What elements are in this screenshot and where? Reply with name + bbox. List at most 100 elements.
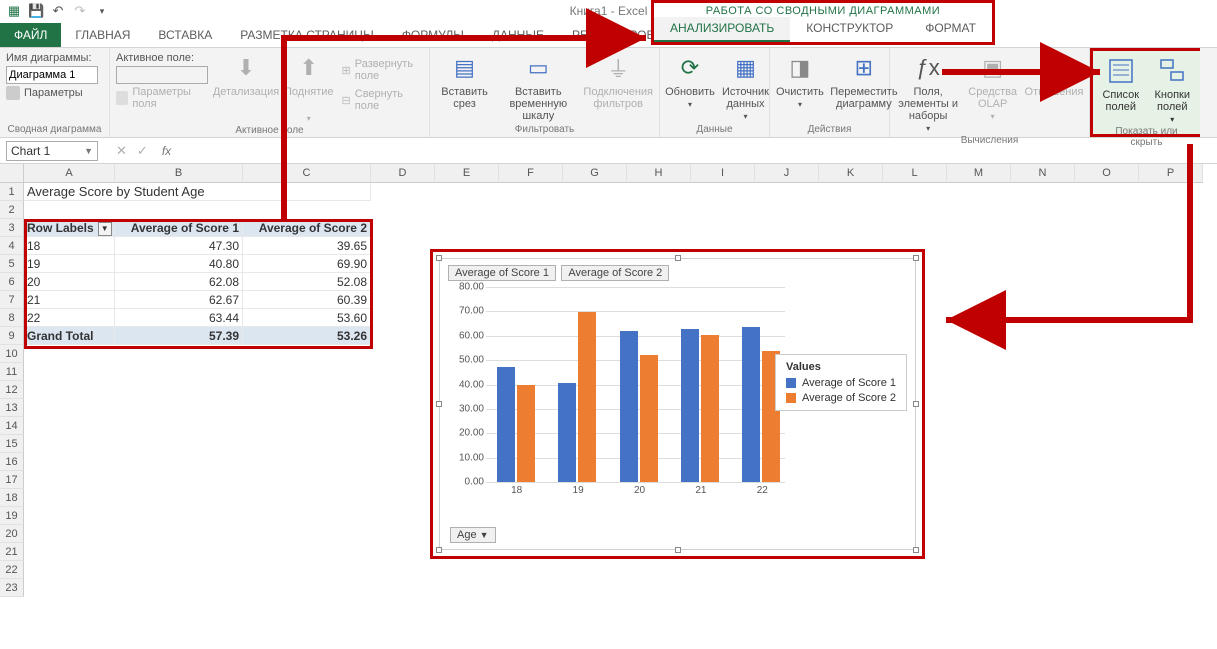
row-header[interactable]: 5 bbox=[0, 255, 24, 273]
chart-handle[interactable] bbox=[913, 547, 919, 553]
tab-format[interactable]: ФОРМАТ bbox=[909, 17, 992, 42]
column-header[interactable]: M bbox=[947, 164, 1011, 183]
column-header[interactable]: E bbox=[435, 164, 499, 183]
column-header[interactable]: I bbox=[691, 164, 755, 183]
chart-bar[interactable] bbox=[681, 329, 699, 482]
row-header[interactable]: 9 bbox=[0, 327, 24, 345]
datasource-icon: ▦ bbox=[729, 52, 761, 84]
chart-name-input[interactable] bbox=[6, 66, 98, 84]
row-header[interactable]: 2 bbox=[0, 201, 24, 219]
row-header[interactable]: 13 bbox=[0, 399, 24, 417]
column-header[interactable]: B bbox=[115, 164, 243, 183]
row-header[interactable]: 3 bbox=[0, 219, 24, 237]
olap-icon: ▣ bbox=[977, 52, 1009, 84]
row-header[interactable]: 10 bbox=[0, 345, 24, 363]
tab-file[interactable]: ФАЙЛ bbox=[0, 23, 61, 47]
row-header[interactable]: 12 bbox=[0, 381, 24, 399]
fx-icon[interactable]: fx bbox=[162, 144, 171, 158]
excel-icon: ▦ bbox=[6, 3, 22, 19]
tab-data[interactable]: ДАННЫЕ bbox=[478, 24, 558, 47]
tab-pagelayout[interactable]: РАЗМЕТКА СТРАНИЦЫ bbox=[226, 24, 388, 47]
field-list-button[interactable]: Список полей bbox=[1099, 55, 1143, 113]
row-header[interactable]: 17 bbox=[0, 471, 24, 489]
tab-formulas[interactable]: ФОРМУЛЫ bbox=[388, 24, 478, 47]
chart-value-field-button-1[interactable]: Average of Score 1 bbox=[448, 265, 556, 281]
row-header[interactable]: 19 bbox=[0, 507, 24, 525]
row-header[interactable]: 15 bbox=[0, 435, 24, 453]
field-buttons-button[interactable]: Кнопки полей▾ bbox=[1151, 55, 1195, 124]
chart-bar[interactable] bbox=[578, 312, 596, 482]
insert-timeline-button[interactable]: ▭Вставить временную шкалу bbox=[501, 52, 575, 122]
chart-handle[interactable] bbox=[913, 401, 919, 407]
funnel-icon: ⏚ bbox=[602, 52, 634, 84]
column-header[interactable]: G bbox=[563, 164, 627, 183]
chart-value-field-button-2[interactable]: Average of Score 2 bbox=[561, 265, 669, 281]
tab-analyze[interactable]: АНАЛИЗИРОВАТЬ bbox=[654, 17, 790, 42]
chart-ytick: 30.00 bbox=[440, 403, 484, 414]
undo-icon[interactable]: ↶ bbox=[50, 3, 66, 19]
column-header[interactable]: O bbox=[1075, 164, 1139, 183]
column-header[interactable]: F bbox=[499, 164, 563, 183]
column-header[interactable]: N bbox=[1011, 164, 1075, 183]
chart-bar[interactable] bbox=[558, 383, 576, 482]
clear-button[interactable]: ◨Очистить▾ bbox=[776, 52, 824, 109]
chart-axis-field-button[interactable]: Age ▼ bbox=[450, 527, 496, 543]
column-header[interactable]: J bbox=[755, 164, 819, 183]
column-header[interactable]: H bbox=[627, 164, 691, 183]
column-header[interactable]: K bbox=[819, 164, 883, 183]
chart-legend[interactable]: Values Average of Score 1 Average of Sco… bbox=[775, 354, 907, 411]
column-header[interactable]: D bbox=[371, 164, 435, 183]
redo-icon[interactable]: ↷ bbox=[72, 3, 88, 19]
pivotchart[interactable]: Average of Score 1 Average of Score 2 0.… bbox=[439, 258, 916, 550]
row-header[interactable]: 16 bbox=[0, 453, 24, 471]
chart-bar[interactable] bbox=[742, 327, 760, 482]
chart-bar[interactable] bbox=[640, 355, 658, 482]
column-header[interactable]: P bbox=[1139, 164, 1203, 183]
row-header[interactable]: 14 bbox=[0, 417, 24, 435]
gear-icon bbox=[6, 86, 20, 100]
column-header[interactable]: C bbox=[243, 164, 371, 183]
chart-handle[interactable] bbox=[436, 401, 442, 407]
fields-items-sets-button[interactable]: ƒxПоля, элементы и наборы▾ bbox=[896, 52, 960, 133]
tab-home[interactable]: ГЛАВНАЯ bbox=[61, 24, 144, 47]
row-header[interactable]: 22 bbox=[0, 561, 24, 579]
qat-dropdown-icon[interactable]: ▾ bbox=[94, 3, 110, 19]
chart-handle[interactable] bbox=[913, 255, 919, 261]
chart-handle[interactable] bbox=[675, 255, 681, 261]
chart-handle[interactable] bbox=[436, 255, 442, 261]
tab-insert[interactable]: ВСТАВКА bbox=[144, 24, 226, 47]
row-header[interactable]: 1 bbox=[0, 183, 24, 201]
row-header[interactable]: 4 bbox=[0, 237, 24, 255]
row-header[interactable]: 21 bbox=[0, 543, 24, 561]
row-header[interactable]: 6 bbox=[0, 273, 24, 291]
chart-handle[interactable] bbox=[436, 547, 442, 553]
chart-bar[interactable] bbox=[620, 331, 638, 482]
chart-handle[interactable] bbox=[675, 547, 681, 553]
chart-bar[interactable] bbox=[701, 335, 719, 482]
move-chart-button[interactable]: ⊞Переместить диаграмму bbox=[832, 52, 896, 110]
save-icon[interactable]: 💾 bbox=[28, 3, 44, 19]
row-header[interactable]: 20 bbox=[0, 525, 24, 543]
name-box-dropdown-icon[interactable]: ▼ bbox=[84, 146, 93, 156]
row-header[interactable]: 18 bbox=[0, 489, 24, 507]
refresh-button[interactable]: ⟳Обновить▾ bbox=[666, 52, 714, 109]
name-box[interactable]: Chart 1 ▼ bbox=[6, 141, 98, 161]
row-header[interactable]: 8 bbox=[0, 309, 24, 327]
column-header[interactable]: L bbox=[883, 164, 947, 183]
row-header[interactable]: 23 bbox=[0, 579, 24, 597]
active-field-label: Активное поле: bbox=[116, 52, 208, 64]
cell[interactable]: Average Score by Student Age bbox=[24, 183, 371, 201]
worksheet-grid[interactable]: ABCDEFGHIJKLMNOP 12345678910111213141516… bbox=[0, 164, 1217, 649]
select-all-corner[interactable] bbox=[0, 164, 24, 183]
change-source-button[interactable]: ▦Источник данных▾ bbox=[722, 52, 769, 121]
tab-design[interactable]: КОНСТРУКТОР bbox=[790, 17, 909, 42]
row-header[interactable]: 11 bbox=[0, 363, 24, 381]
chart-bar[interactable] bbox=[517, 385, 535, 482]
insert-slicer-button[interactable]: ▤Вставить срез bbox=[436, 52, 493, 110]
chart-ytick: 70.00 bbox=[440, 306, 484, 317]
column-header[interactable]: A bbox=[24, 164, 115, 183]
row-header[interactable]: 7 bbox=[0, 291, 24, 309]
active-field-input[interactable] bbox=[116, 66, 208, 84]
chart-bar[interactable] bbox=[497, 367, 515, 482]
chart-options-button[interactable]: Параметры bbox=[6, 86, 98, 100]
